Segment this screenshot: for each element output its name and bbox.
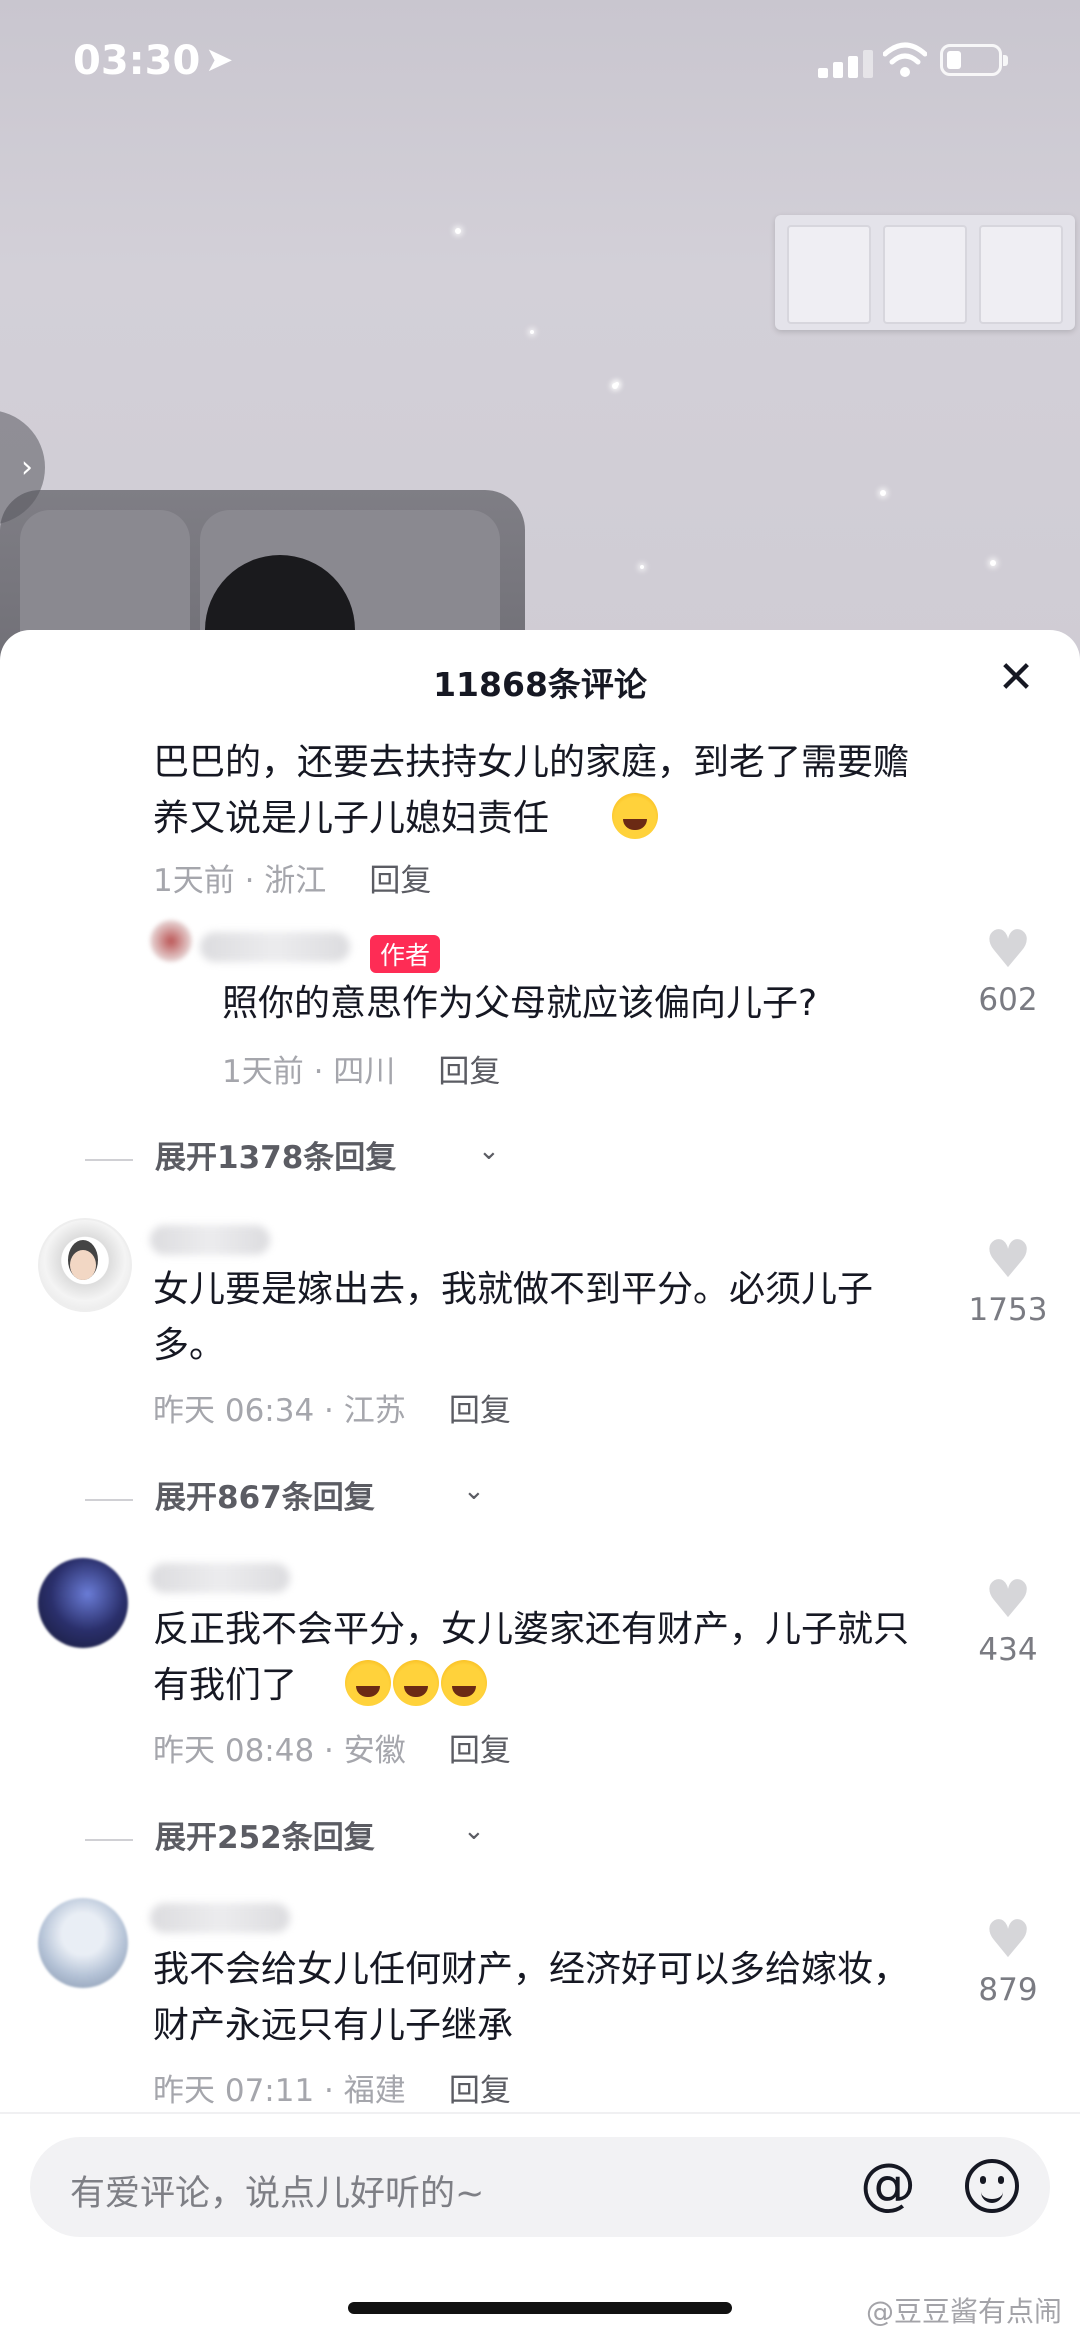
chevron-down-icon: ⌄ bbox=[463, 1476, 485, 1506]
emoji-icon[interactable] bbox=[965, 2159, 1019, 2213]
laugh-cry-emoji bbox=[345, 1660, 391, 1706]
close-icon[interactable]: ✕ bbox=[990, 652, 1042, 704]
comment-text: 反正我不会平分，女儿婆家还有财产，儿子就只有我们了 bbox=[153, 1609, 910, 1706]
expand-replies-button[interactable]: 展开252条回复 bbox=[155, 1812, 375, 1857]
comment-count-title: 11868条评论 bbox=[433, 665, 647, 704]
laugh-cry-emoji bbox=[441, 1660, 487, 1706]
laugh-cry-emoji bbox=[393, 1660, 439, 1706]
expand-replies-button[interactable]: 展开867条回复 bbox=[155, 1472, 375, 1517]
heart-icon: ♥ bbox=[984, 1570, 1032, 1630]
reply-button[interactable]: 回复 bbox=[369, 863, 431, 899]
comment-time-location: 1天前 · 浙江 bbox=[153, 863, 327, 899]
status-time: 03:30 bbox=[73, 38, 201, 84]
reply-button[interactable]: 回复 bbox=[449, 1393, 511, 1429]
reply-button[interactable]: 回复 bbox=[449, 2073, 511, 2109]
comment-meta: 昨天 06:34 · 江苏 回复 bbox=[153, 1385, 511, 1430]
comment-input-placeholder: 有爱评论，说点儿好听的~ bbox=[70, 2174, 485, 2214]
comment-meta: 1天前 · 四川 回复 bbox=[222, 1046, 500, 1091]
heart-icon: ♥ bbox=[984, 920, 1032, 980]
like-count: 434 bbox=[978, 1632, 1038, 1668]
like-button[interactable]: ♥ 879 bbox=[968, 1912, 1048, 2008]
like-count: 1753 bbox=[968, 1292, 1048, 1328]
author-badge: 作者 bbox=[370, 935, 441, 973]
comment-text: 我不会给女儿任何财产，经济好可以多给嫁妆，财产永远只有儿子继承 bbox=[153, 1949, 910, 2046]
sheet-header: 11868条评论 ✕ bbox=[0, 630, 1080, 730]
chevron-down-icon: ⌄ bbox=[478, 1136, 500, 1166]
comment-time-location: 昨天 06:34 · 江苏 bbox=[153, 1393, 406, 1429]
like-count: 602 bbox=[978, 982, 1038, 1018]
battery-icon bbox=[940, 44, 1008, 76]
status-bar: 03:30 ➤ bbox=[0, 0, 1080, 120]
like-count: 879 bbox=[978, 1972, 1038, 2008]
username-blurred bbox=[150, 1563, 290, 1593]
at-icon[interactable]: @ bbox=[860, 2155, 916, 2215]
wifi-icon bbox=[883, 42, 927, 77]
avatar[interactable] bbox=[150, 920, 192, 962]
home-indicator bbox=[348, 2302, 732, 2314]
divider bbox=[0, 2112, 1080, 2114]
expand-replies-button[interactable]: 展开1378条回复 bbox=[155, 1132, 396, 1177]
reply-button[interactable]: 回复 bbox=[449, 1733, 511, 1769]
comment-text: 女儿要是嫁出去，我就做不到平分。必须儿子多。 bbox=[153, 1269, 874, 1366]
username-blurred bbox=[150, 1903, 290, 1933]
username-blurred bbox=[150, 1225, 270, 1255]
wall-switch-image bbox=[775, 215, 1075, 330]
chevron-right-icon: › bbox=[21, 450, 33, 485]
comment-meta: 昨天 07:11 · 福建 回复 bbox=[153, 2065, 511, 2110]
comment-text: 照你的意思作为父母就应该偏向儿子? bbox=[222, 983, 818, 1024]
comment-input[interactable]: 有爱评论，说点儿好听的~ @ bbox=[30, 2137, 1050, 2237]
comment-text: 巴巴的，还要去扶持女儿的家庭，到老了需要赡养又说是儿子儿媳妇责任 bbox=[153, 742, 910, 839]
comment-meta: 1天前 · 浙江 回复 bbox=[153, 855, 431, 900]
like-button[interactable]: ♥ 1753 bbox=[968, 1232, 1048, 1328]
reply-button[interactable]: 回复 bbox=[438, 1054, 500, 1090]
avatar[interactable] bbox=[38, 1898, 128, 1988]
like-button[interactable]: ♥ 434 bbox=[968, 1572, 1048, 1668]
signal-icon bbox=[818, 46, 878, 78]
comment-meta: 昨天 08:48 · 安徽 回复 bbox=[153, 1725, 511, 1770]
like-button[interactable]: ♥ 602 bbox=[968, 922, 1048, 1018]
laugh-cry-emoji bbox=[612, 793, 658, 839]
location-arrow-icon: ➤ bbox=[205, 40, 234, 80]
comment-time-location: 昨天 08:48 · 安徽 bbox=[153, 1733, 406, 1769]
avatar[interactable] bbox=[38, 1218, 132, 1312]
comment-time-location: 1天前 · 四川 bbox=[222, 1054, 396, 1090]
watermark: @豆豆酱有点闹 bbox=[865, 2295, 1062, 2328]
chevron-down-icon: ⌄ bbox=[463, 1816, 485, 1846]
heart-icon: ♥ bbox=[984, 1910, 1032, 1970]
username-blurred bbox=[200, 932, 350, 962]
comment-time-location: 昨天 07:11 · 福建 bbox=[153, 2073, 406, 2109]
heart-icon: ♥ bbox=[984, 1230, 1032, 1290]
emoji-group bbox=[345, 1660, 489, 1706]
avatar[interactable] bbox=[38, 1558, 128, 1648]
